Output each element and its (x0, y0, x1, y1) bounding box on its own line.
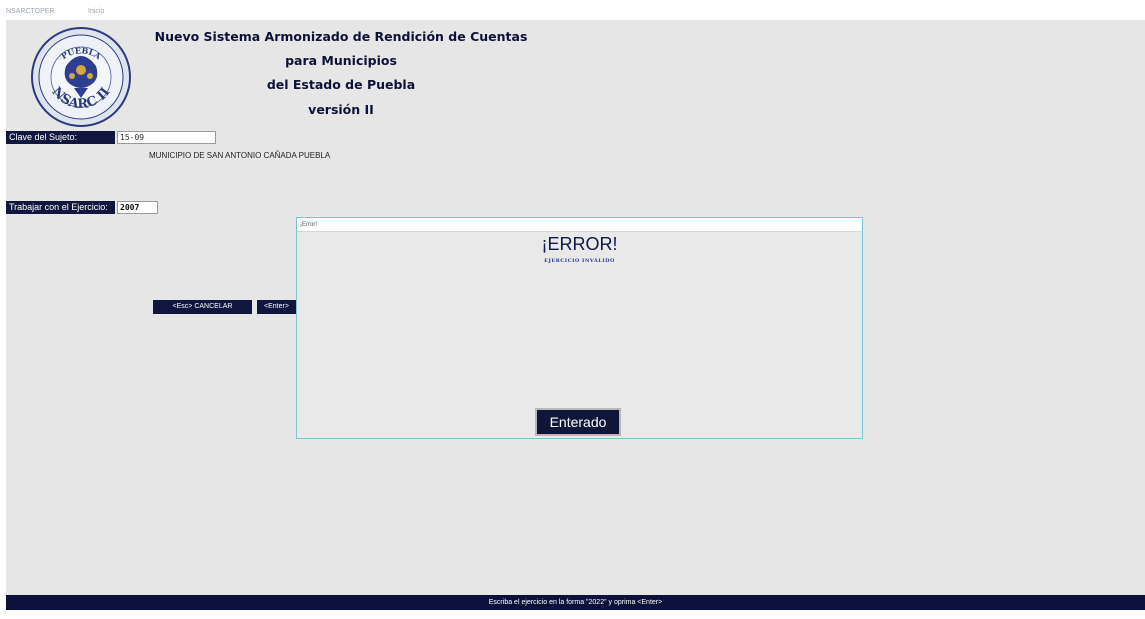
ejercicio-field[interactable]: 2007 (117, 201, 158, 214)
error-heading: ¡ERROR! (541, 234, 618, 254)
sujeto-label: Clave del Sujeto: (6, 131, 115, 144)
header-line-3: del Estado de Puebla (266, 77, 416, 92)
nsarc-logo: PUEBLA NSARC II (31, 27, 131, 127)
header-line-4: versión II (308, 102, 374, 117)
enter-button[interactable]: <Enter> (257, 300, 296, 314)
cancel-button[interactable]: <Esc> CANCELAR (153, 300, 252, 314)
header-line-1: Nuevo Sistema Armonizado de Rendición de… (154, 29, 528, 44)
municipio-name: MUNICIPIO DE SAN ANTONIO CAÑADA PUEBLA (149, 151, 331, 160)
sujeto-field[interactable]: 15-09 (117, 131, 216, 144)
header-line-2: para Municipios (285, 53, 397, 68)
tab-inicio[interactable]: Inicio (88, 8, 104, 15)
enterado-button[interactable]: Enterado (535, 408, 621, 436)
status-bar: Escriba el ejercicio en la forma "2022" … (6, 595, 1145, 610)
error-message: EJERCICIO INVÁLIDO (544, 258, 615, 264)
window-titlebar: NSARCTOPER Inicio (0, 0, 1145, 20)
app-name: NSARCTOPER (6, 8, 55, 15)
dialog-title: ¡Error! (297, 218, 862, 232)
error-dialog: ¡Error! ¡ERROR! EJERCICIO INVÁLIDO Enter… (296, 217, 863, 439)
ejercicio-label: Trabajar con el Ejercicio: (6, 201, 115, 214)
